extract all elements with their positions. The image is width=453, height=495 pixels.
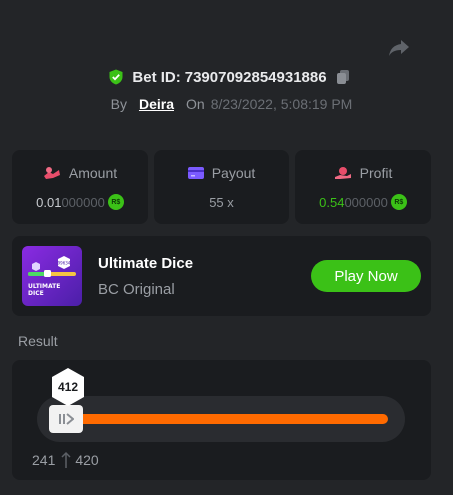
profit-hand-icon <box>334 167 351 179</box>
currency-coin-icon: R$ <box>390 194 407 210</box>
profit-value-trailing: 000000 <box>344 194 388 210</box>
range-low: 241 <box>32 452 56 468</box>
verified-shield-icon <box>109 69 123 85</box>
currency-coin-icon: R$ <box>107 194 124 210</box>
payout-label: Payout <box>211 165 256 181</box>
result-label: Result <box>18 333 58 349</box>
username-link[interactable]: Deira <box>139 96 174 112</box>
profit-card: Profit 0.54 000000 R$ <box>295 150 431 224</box>
amount-value-main: 0.01 <box>36 194 62 210</box>
share-icon <box>389 40 409 56</box>
slider-grip-icon <box>59 413 74 425</box>
range-high: 420 <box>75 452 99 468</box>
payout-card: Payout 55 x <box>154 150 289 224</box>
game-thumbnail[interactable]: 99634 ULTIMATE DICE <box>22 246 82 306</box>
amount-header: Amount <box>12 164 148 182</box>
profit-value-main: 0.54 <box>319 194 345 210</box>
bet-id-value: 73907092854931886 <box>184 68 327 86</box>
copy-icon[interactable] <box>335 69 351 85</box>
on-label: On <box>186 96 205 112</box>
thumbnail-title-2: DICE <box>28 290 44 297</box>
profit-label: Profit <box>359 165 393 181</box>
wallet-icon <box>187 167 204 179</box>
amount-value: 0.01 000000 R$ <box>12 192 148 212</box>
thumbnail-badge: 99634 <box>58 261 71 266</box>
game-name: Ultimate Dice <box>98 255 194 272</box>
coins-icon <box>43 167 60 179</box>
result-range-fill <box>54 414 388 424</box>
bet-author-row: By Deira On 8/23/2022, 5:08:19 PM <box>0 94 453 114</box>
result-value: 412 <box>57 380 79 394</box>
payout-value-text: 55 x <box>209 194 234 210</box>
result-card: 412 241 420 <box>12 360 431 480</box>
profit-header: Profit <box>295 164 431 182</box>
range-divider-icon <box>61 451 71 468</box>
by-label: By <box>110 96 127 112</box>
result-value-badge: 412 <box>50 367 86 407</box>
bet-id-label: Bet ID: <box>132 68 181 86</box>
share-button[interactable] <box>388 37 410 59</box>
thumbnail-title-1: ULTIMATE <box>28 283 60 290</box>
ultimate-dice-thumbnail-icon: 99634 ULTIMATE DICE <box>22 246 82 306</box>
play-now-button[interactable]: Play Now <box>311 260 421 292</box>
payout-value: 55 x <box>154 192 289 212</box>
game-subtitle: BC Original <box>98 281 175 298</box>
result-slider-handle[interactable] <box>49 405 83 433</box>
amount-value-trailing: 000000 <box>61 194 105 210</box>
amount-card: Amount 0.01 000000 R$ <box>12 150 148 224</box>
game-card: 99634 ULTIMATE DICE Ultimate Dice BC Ori… <box>12 236 431 316</box>
profit-value: 0.54 000000 R$ <box>295 192 431 212</box>
bet-datetime: 8/23/2022, 5:08:19 PM <box>210 96 353 112</box>
amount-label: Amount <box>68 165 118 181</box>
result-range: 241 420 <box>32 450 99 470</box>
bet-id-row: Bet ID: 73907092854931886 <box>0 66 453 88</box>
payout-header: Payout <box>154 164 289 182</box>
